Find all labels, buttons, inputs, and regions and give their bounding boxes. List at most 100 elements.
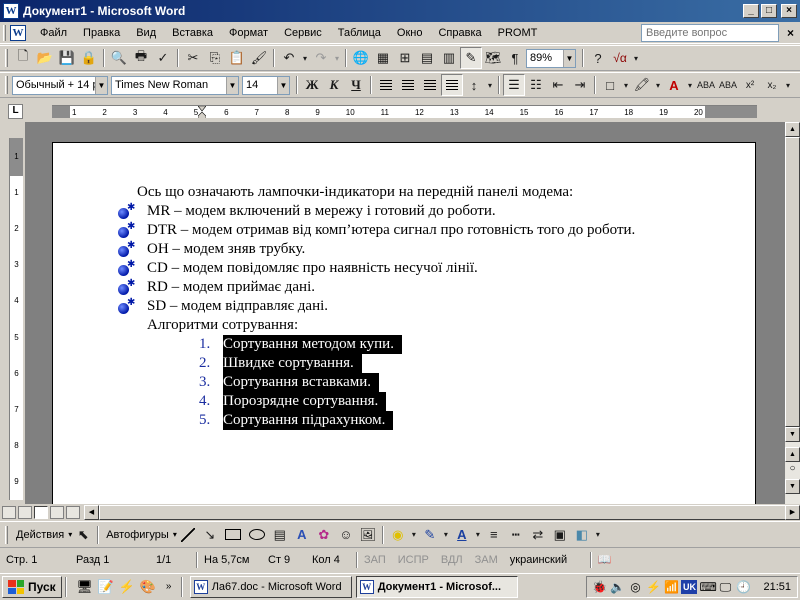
start-button[interactable]: Пуск bbox=[2, 576, 62, 598]
document-page[interactable]: Ось що означають лампочки-індикатори на … bbox=[52, 142, 756, 504]
permission-icon[interactable]: 🔒 bbox=[78, 47, 100, 69]
bug-icon[interactable]: 🐞 bbox=[591, 579, 607, 595]
list-item[interactable]: ✱ CD – модем повідомляє про наявність нес… bbox=[117, 259, 635, 278]
vertical-scrollbar[interactable]: ▲ ▼ ▲ ○ ▼ bbox=[785, 122, 800, 504]
list-item[interactable]: ✱ RD – модем приймає дані. bbox=[117, 278, 635, 297]
select-objects-icon[interactable]: ⬉ bbox=[72, 524, 94, 546]
toolbar-grip[interactable] bbox=[5, 49, 8, 67]
menu-file[interactable]: Файл bbox=[32, 25, 75, 41]
menu-table[interactable]: Таблица bbox=[330, 25, 389, 41]
status-record[interactable]: ЗАП bbox=[358, 554, 392, 566]
font-select[interactable]: Times New Roman ▼ bbox=[111, 75, 239, 95]
lightning-icon[interactable]: ⚡ bbox=[118, 578, 136, 596]
style-select[interactable]: Обычный + 14 р ▼ bbox=[12, 75, 108, 95]
scroll-thumb[interactable] bbox=[99, 505, 789, 520]
document-icon[interactable]: W bbox=[10, 24, 26, 41]
print-icon[interactable]: 🖶 bbox=[130, 47, 152, 69]
toolbar-options-icon[interactable]: ▾ bbox=[593, 524, 603, 546]
horizontal-scrollbar[interactable]: ◀ ▶ bbox=[84, 505, 800, 520]
align-right-icon[interactable] bbox=[419, 74, 441, 96]
clock[interactable]: 21:51 bbox=[763, 581, 791, 593]
actions-menu[interactable]: Действия bbox=[16, 529, 64, 541]
chevron-down-icon[interactable]: ▼ bbox=[563, 49, 575, 67]
scroll-left-icon[interactable]: ◀ bbox=[84, 505, 99, 520]
increase-indent-icon[interactable]: ⇥ bbox=[569, 74, 591, 96]
menu-format[interactable]: Формат bbox=[221, 25, 276, 41]
document-map-icon[interactable]: 🗺 bbox=[482, 47, 504, 69]
list-item[interactable]: 4. Порозрядне сортування. bbox=[199, 392, 402, 411]
language-indicator[interactable]: UK bbox=[681, 580, 698, 594]
list-item[interactable]: 3. Сортування вставками. bbox=[199, 373, 402, 392]
menu-insert[interactable]: Вставка bbox=[164, 25, 221, 41]
task-button-la67[interactable]: W Ла67.doc - Microsoft Word bbox=[189, 576, 352, 598]
tab-selector[interactable]: L bbox=[8, 104, 23, 119]
line-style-icon[interactable]: ≡ bbox=[483, 524, 505, 546]
grow-font-icon[interactable]: ABA bbox=[695, 74, 717, 96]
chevron-down-icon[interactable]: ▾ bbox=[173, 530, 177, 539]
copy-icon[interactable]: ⎘ bbox=[204, 47, 226, 69]
toolbar-options-icon[interactable]: ▾ bbox=[783, 74, 793, 96]
subscript-icon[interactable]: x₂ bbox=[761, 74, 783, 96]
maximize-button[interactable]: □ bbox=[761, 4, 777, 18]
clock-icon[interactable]: 🕘 bbox=[735, 579, 751, 595]
highlight-dropdown-icon[interactable]: ▾ bbox=[653, 74, 663, 96]
cut-icon[interactable]: ✂ bbox=[182, 47, 204, 69]
status-track-changes[interactable]: ИСПР bbox=[392, 554, 435, 566]
text-box-icon[interactable]: ▤ bbox=[269, 524, 291, 546]
underline-button[interactable]: Ч bbox=[345, 74, 367, 96]
line-color-dropdown-icon[interactable]: ▾ bbox=[441, 524, 451, 546]
network-icon[interactable]: ◎ bbox=[627, 579, 643, 595]
shrink-font-icon[interactable]: ABA bbox=[717, 74, 739, 96]
spelling-status-icon[interactable]: 📖 bbox=[592, 553, 618, 566]
borders-dropdown-icon[interactable]: ▾ bbox=[621, 74, 631, 96]
status-overtype[interactable]: ЗАМ bbox=[469, 554, 504, 566]
desktop-icon[interactable]: 🖥 bbox=[76, 578, 94, 596]
font-color-icon[interactable]: A bbox=[663, 74, 685, 96]
chevron-down-icon[interactable]: ▼ bbox=[226, 76, 238, 94]
list-item[interactable]: 1. Сортування методом купи. bbox=[199, 335, 402, 354]
rectangle-icon[interactable] bbox=[224, 529, 241, 540]
clip-art-icon[interactable]: ☺ bbox=[335, 524, 357, 546]
3d-icon[interactable]: ◧ bbox=[571, 524, 593, 546]
insert-table-icon[interactable]: ⊞ bbox=[394, 47, 416, 69]
status-extend[interactable]: ВДЛ bbox=[435, 554, 469, 566]
list-item[interactable]: 5. Сортування підрахунком. bbox=[199, 411, 402, 430]
print-layout-view-icon[interactable] bbox=[34, 506, 48, 519]
menu-promt[interactable]: PROMT bbox=[490, 25, 546, 41]
menu-help[interactable]: Справка bbox=[430, 25, 489, 41]
scroll-right-icon[interactable]: ▶ bbox=[785, 505, 800, 520]
reading-view-icon[interactable] bbox=[66, 506, 80, 519]
font-color-icon[interactable]: A bbox=[451, 524, 473, 546]
bullets-icon[interactable]: ☷ bbox=[525, 74, 547, 96]
insert-excel-icon[interactable]: ▤ bbox=[416, 47, 438, 69]
numbering-icon[interactable]: ☰ bbox=[503, 74, 525, 96]
diagram-icon[interactable]: ✿ bbox=[313, 524, 335, 546]
highlight-icon[interactable]: 🖍 bbox=[631, 74, 653, 96]
volume-icon[interactable]: 🔈 bbox=[609, 579, 625, 595]
web-view-icon[interactable] bbox=[18, 506, 32, 519]
hyperlink-icon[interactable]: 🌐 bbox=[350, 47, 372, 69]
shadow-icon[interactable]: ▣ bbox=[549, 524, 571, 546]
fill-color-dropdown-icon[interactable]: ▾ bbox=[409, 524, 419, 546]
print-preview-icon[interactable]: 🔍 bbox=[108, 47, 130, 69]
font-size-select[interactable]: 14 ▼ bbox=[242, 75, 290, 95]
borders-icon[interactable]: □ bbox=[599, 74, 621, 96]
open-folder-icon[interactable]: 📂 bbox=[34, 47, 56, 69]
indent-marker-icon[interactable] bbox=[198, 106, 206, 118]
menu-view[interactable]: Вид bbox=[128, 25, 164, 41]
list-item[interactable]: 2. Швидке сортування. bbox=[199, 354, 402, 373]
display-icon[interactable]: 🖵 bbox=[717, 579, 733, 595]
redo-dropdown-icon[interactable]: ▾ bbox=[332, 47, 342, 69]
font-color-dropdown-icon[interactable]: ▾ bbox=[685, 74, 695, 96]
save-icon[interactable]: 💾 bbox=[56, 47, 78, 69]
help-icon[interactable]: ? bbox=[587, 47, 609, 69]
superscript-icon[interactable]: x² bbox=[739, 74, 761, 96]
algorithms-heading[interactable]: Алгоритми сотрування: bbox=[147, 316, 298, 335]
task-button-document1[interactable]: W Документ1 - Microsof... bbox=[355, 576, 518, 598]
vertical-ruler[interactable]: 1 1 2 3 4 5 6 7 8 9 bbox=[9, 138, 23, 500]
next-page-icon[interactable]: ▼ bbox=[785, 479, 800, 494]
chevron-down-icon[interactable]: ▼ bbox=[277, 76, 289, 94]
close-button[interactable]: × bbox=[781, 4, 797, 18]
menu-grip[interactable] bbox=[3, 24, 6, 41]
decrease-indent-icon[interactable]: ⇤ bbox=[547, 74, 569, 96]
